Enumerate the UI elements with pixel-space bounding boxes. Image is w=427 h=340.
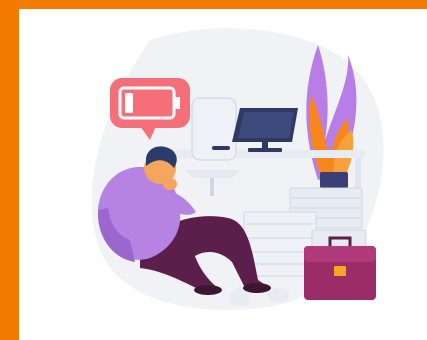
burnout-illustration [91,28,384,310]
briefcase-icon [304,236,376,300]
